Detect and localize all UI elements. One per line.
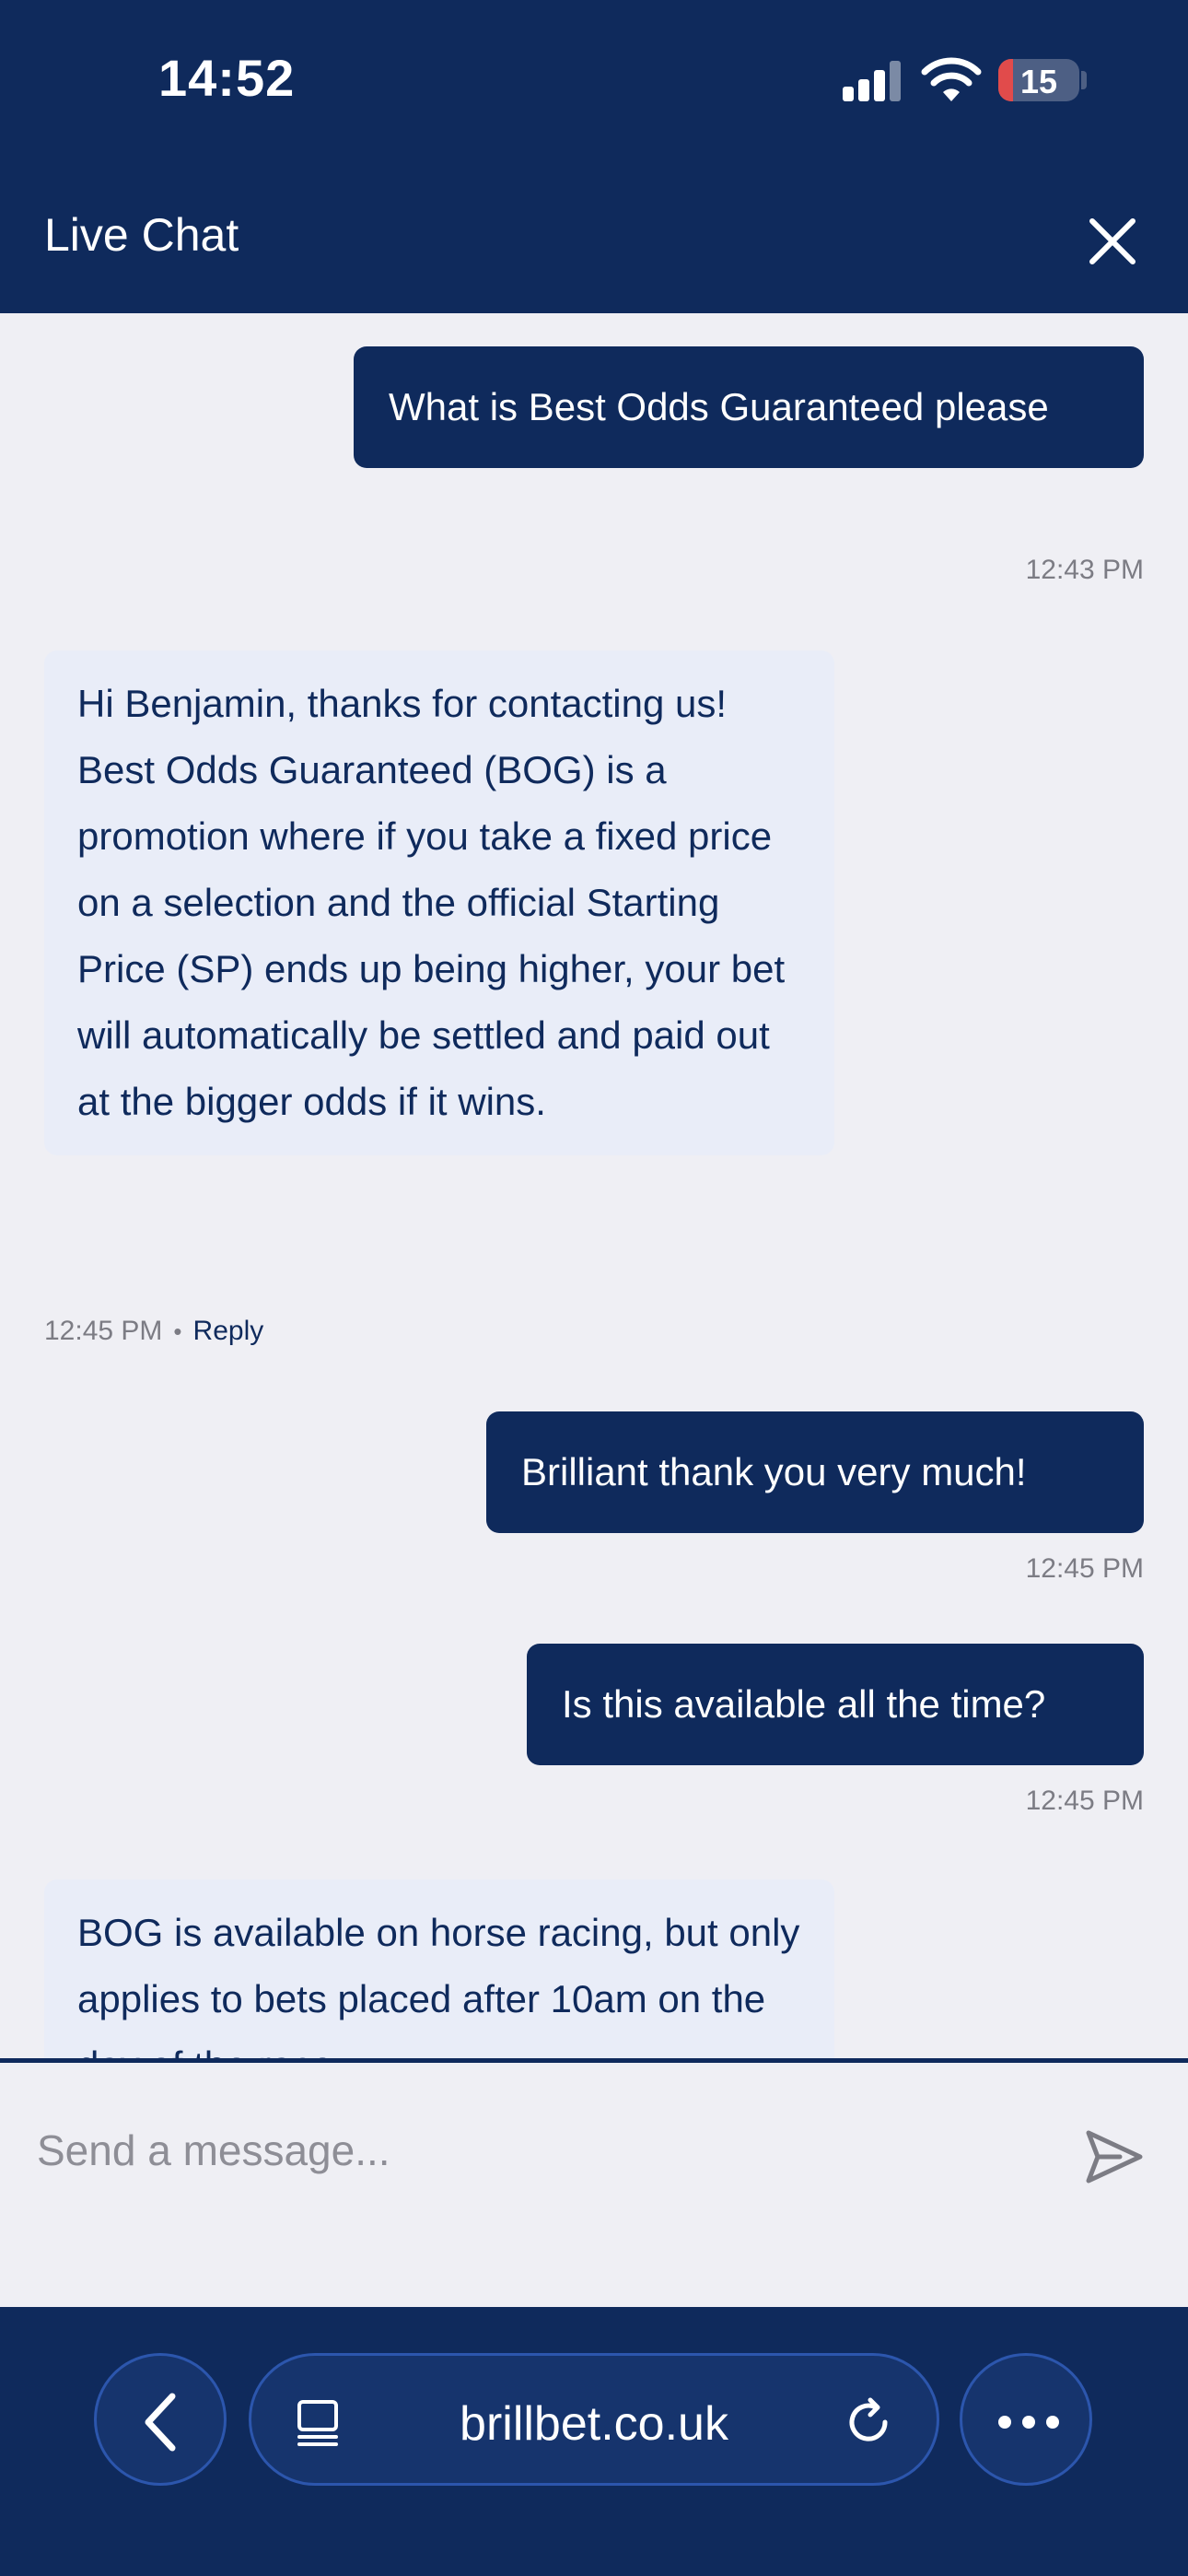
- reply-link[interactable]: Reply: [193, 1316, 264, 1346]
- message-composer: [0, 2058, 1188, 2307]
- message-bubble-user: Brilliant thank you very much!: [486, 1411, 1144, 1533]
- message-time: 12:45 PM: [1025, 1553, 1144, 1584]
- back-button[interactable]: [94, 2353, 227, 2486]
- chat-header: Live Chat: [0, 184, 1188, 313]
- message-input[interactable]: [37, 2118, 1050, 2183]
- battery-icon: 15: [998, 59, 1079, 101]
- message-bubble-user: Is this available all the time?: [527, 1644, 1144, 1765]
- more-button[interactable]: [960, 2353, 1092, 2486]
- browser-toolbar: brillbet.co.uk: [0, 2307, 1188, 2576]
- more-icon: [998, 2416, 1059, 2429]
- address-bar[interactable]: brillbet.co.uk: [249, 2353, 939, 2486]
- chat-transcript[interactable]: What is Best Odds Guaranteed please 12:4…: [0, 313, 1188, 2058]
- battery-level: 15: [1019, 63, 1058, 100]
- page-title: Live Chat: [44, 209, 239, 261]
- wifi-icon: [921, 57, 982, 103]
- message-bubble-agent: BOG is available on horse racing, but on…: [44, 1879, 834, 2058]
- chevron-left-icon: [145, 2393, 176, 2452]
- message-bubble-agent: Hi Benjamin, thanks for contacting us! B…: [44, 650, 834, 1155]
- status-bar: 14:52 15: [0, 0, 1188, 184]
- message-time: 12:45 PM: [44, 1316, 163, 1346]
- message-bubble-user: What is Best Odds Guaranteed please: [354, 346, 1144, 468]
- close-icon[interactable]: [1083, 212, 1142, 271]
- reload-icon[interactable]: [841, 2395, 896, 2450]
- message-time: 12:45 PM: [1025, 1786, 1144, 1816]
- url-text: brillbet.co.uk: [460, 2397, 728, 2451]
- cellular-signal-icon: [843, 61, 902, 101]
- send-icon[interactable]: [1083, 2125, 1146, 2188]
- message-time: 12:43 PM: [1025, 555, 1144, 585]
- status-time: 14:52: [158, 49, 296, 107]
- message-meta: 12:45 PM • Reply: [44, 1316, 264, 1346]
